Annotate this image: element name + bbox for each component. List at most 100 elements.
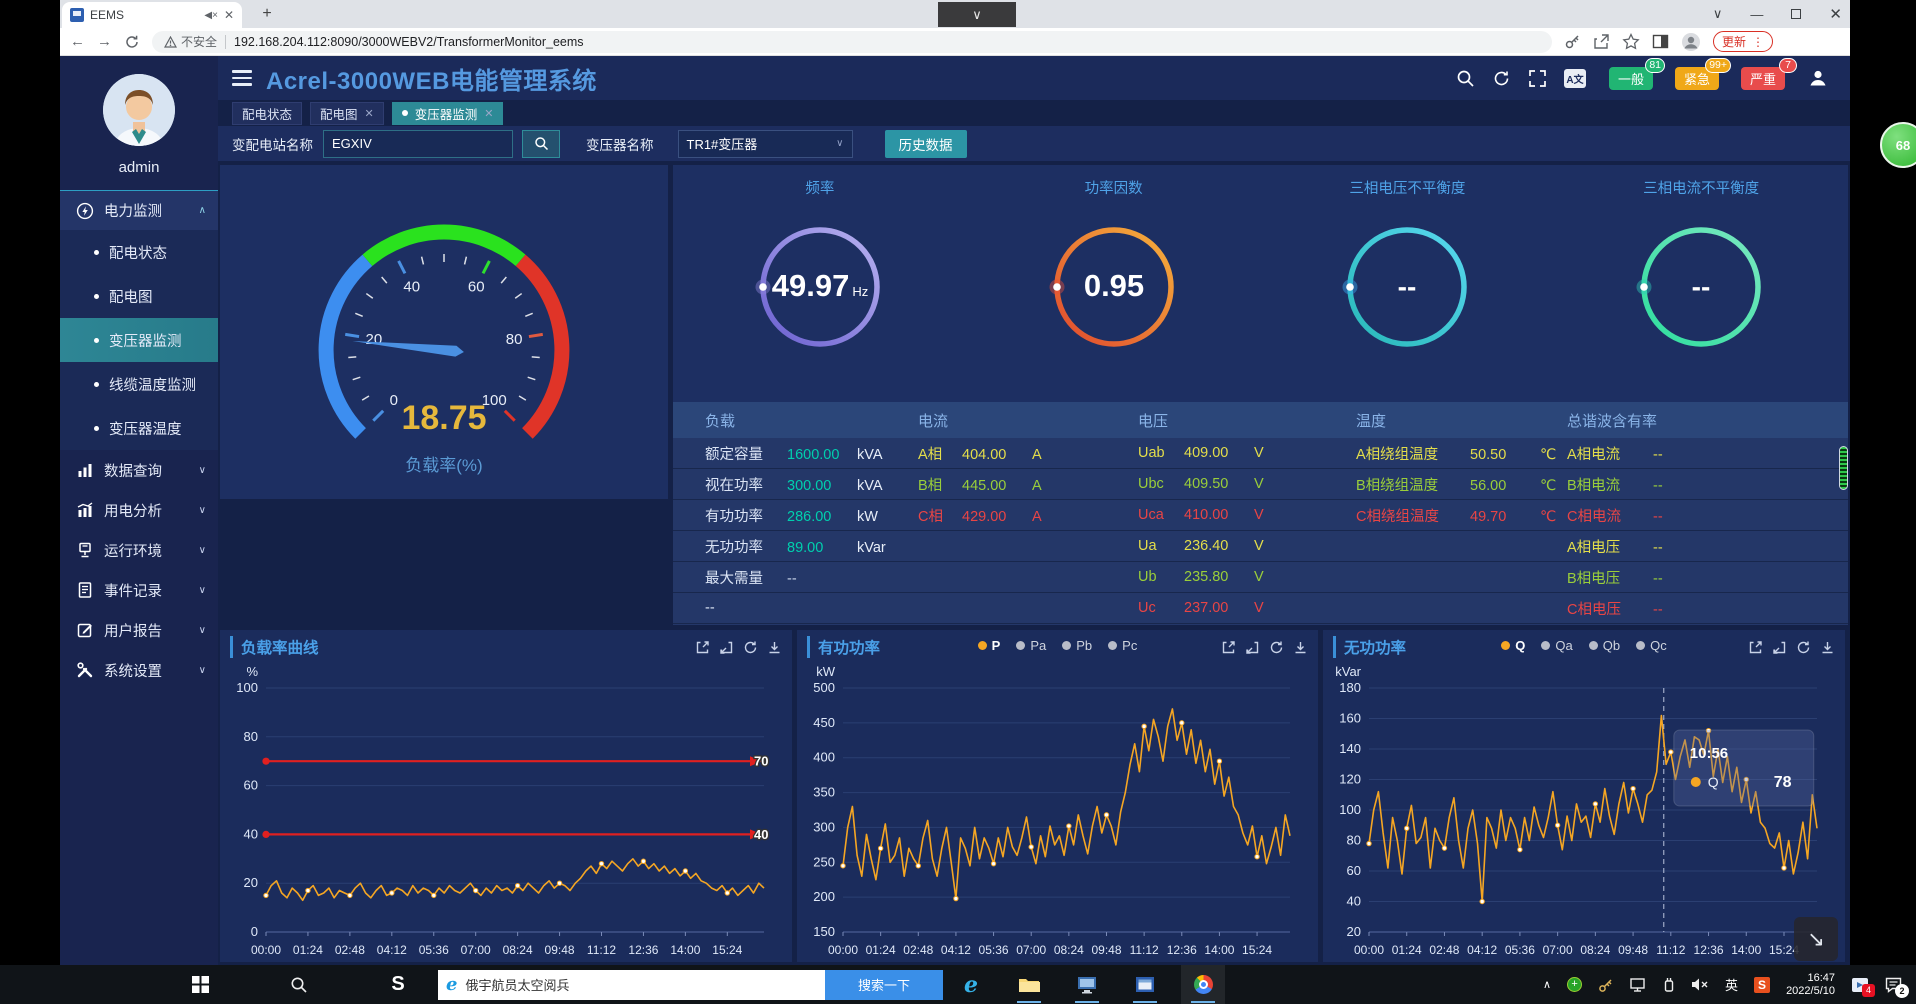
save-icon[interactable] (1221, 640, 1236, 655)
legend-item-P[interactable]: P (978, 638, 1001, 653)
profile-avatar-icon[interactable] (1681, 32, 1701, 52)
alarm-button-2[interactable]: 严重7 (1741, 67, 1785, 90)
forward-icon[interactable]: → (97, 33, 112, 50)
browser-menu-icon[interactable]: ⋮ (1752, 35, 1764, 49)
tab-close-icon[interactable]: ✕ (484, 107, 493, 120)
sidebar-item-1[interactable]: 数据查询∨ (60, 450, 218, 490)
tray-sogou-icon[interactable]: S (1754, 977, 1770, 993)
chrome-update-button[interactable]: 更新 ⋮ (1713, 31, 1773, 52)
clock[interactable]: 16:47 2022/5/10 (1786, 972, 1835, 998)
history-data-button[interactable]: 历史数据 (885, 130, 967, 158)
tray-keys-icon[interactable] (1598, 977, 1614, 993)
transformer-select[interactable]: TR1#变压器 ∨ (678, 130, 853, 158)
tray-expand-icon[interactable]: ∧ (1543, 978, 1551, 991)
tray-app-badge-icon[interactable]: 4 (1851, 977, 1869, 993)
download-icon[interactable] (767, 640, 782, 655)
restore-button[interactable] (1791, 9, 1801, 19)
refresh-icon[interactable] (1796, 640, 1811, 655)
table-scrollbar-thumb[interactable] (1839, 446, 1848, 490)
sidebar-item-4[interactable]: 事件记录∨ (60, 570, 218, 610)
station-input[interactable]: EGXIV (323, 130, 513, 158)
taskbar-search-text[interactable]: 俄宇航员太空阅兵 (465, 975, 825, 994)
page-tab-1[interactable]: 配电图✕ (310, 102, 384, 125)
bookmark-star-icon[interactable] (1622, 33, 1640, 51)
taskbar-search-go-button[interactable]: 搜索一下 (825, 970, 943, 1000)
tray-network-icon[interactable] (1630, 978, 1647, 992)
legend-item-Pa[interactable]: Pa (1016, 638, 1046, 653)
action-center-icon[interactable]: 2 (1885, 977, 1902, 993)
audio-playing-icon[interactable]: ◀× (204, 10, 218, 21)
station-search-button[interactable] (522, 130, 560, 158)
restore-icon[interactable] (1772, 640, 1787, 655)
legend-item-Qa[interactable]: Qa (1541, 638, 1572, 653)
table-row: 视在功率300.00kVAB相445.00AUbc409.50VB相绕组温度56… (673, 469, 1848, 500)
tray-antivirus-icon[interactable]: + (1567, 977, 1582, 992)
back-icon[interactable]: ← (70, 33, 85, 50)
file-explorer-icon[interactable] (1007, 965, 1051, 1004)
save-icon[interactable] (695, 640, 710, 655)
video-app-icon[interactable] (1123, 965, 1167, 1004)
floating-jump-button[interactable]: ↘ (1794, 917, 1838, 961)
svg-text:0: 0 (251, 924, 258, 939)
chrome-taskbar-icon[interactable] (1181, 965, 1225, 1004)
user-icon[interactable] (1808, 68, 1828, 88)
tab-search-chevron-icon[interactable]: ∨ (1713, 6, 1723, 22)
hamburger-menu-icon[interactable] (232, 70, 252, 86)
table-cell: 无功功率89.00kVar (705, 536, 918, 557)
sidebar-subitem-1[interactable]: 配电图 (60, 274, 218, 318)
sidebar-item-0[interactable]: 电力监测∧ (60, 190, 218, 230)
new-tab-button[interactable]: + (256, 4, 278, 26)
search-icon[interactable] (1456, 69, 1475, 88)
legend-item-Q[interactable]: Q (1501, 638, 1525, 653)
restore-icon[interactable] (1245, 640, 1260, 655)
tray-volume-muted-icon[interactable] (1691, 977, 1709, 992)
svg-text:40: 40 (754, 827, 768, 842)
alarm-button-1[interactable]: 紧急99+ (1675, 67, 1719, 90)
page-tab-0[interactable]: 配电状态 (232, 102, 302, 125)
tab-close-icon[interactable]: ✕ (224, 8, 234, 22)
sidebar-item-3[interactable]: 运行环境∨ (60, 530, 218, 570)
download-icon[interactable] (1820, 640, 1835, 655)
legend-item-Qb[interactable]: Qb (1589, 638, 1620, 653)
restore-icon[interactable] (719, 640, 734, 655)
tab-close-icon[interactable]: ✕ (365, 107, 374, 120)
taskbar-search-icon[interactable] (277, 965, 321, 1004)
url-field[interactable]: 不安全 192.168.204.112:8090/3000WEBV2/Trans… (152, 31, 1552, 53)
close-button[interactable]: ✕ (1829, 5, 1842, 23)
download-icon[interactable] (1293, 640, 1308, 655)
side-panel-icon[interactable] (1652, 33, 1669, 50)
browser-tab[interactable]: EEMS ◀× ✕ (62, 2, 242, 28)
sidebar-subitem-2[interactable]: 变压器监测 (60, 318, 218, 362)
user-avatar[interactable] (103, 74, 175, 146)
password-key-icon[interactable] (1564, 33, 1581, 50)
refresh-icon[interactable] (743, 640, 758, 655)
tray-usb-icon[interactable] (1663, 977, 1675, 993)
legend-item-Qc[interactable]: Qc (1636, 638, 1667, 653)
sidebar-subitem-0[interactable]: 配电状态 (60, 230, 218, 274)
refresh-icon[interactable] (1492, 69, 1511, 88)
taskbar-s-app-icon[interactable]: S (376, 965, 420, 1004)
alarm-button-0[interactable]: 一般81 (1609, 67, 1653, 90)
share-icon[interactable] (1593, 33, 1610, 50)
refresh-icon[interactable] (1269, 640, 1284, 655)
save-icon[interactable] (1748, 640, 1763, 655)
sidebar-subitem-3[interactable]: 线缆温度监测 (60, 362, 218, 406)
reload-icon[interactable] (124, 34, 140, 50)
sidebar-item-6[interactable]: 系统设置∨ (60, 650, 218, 690)
sidebar-item-5[interactable]: 用户报告∨ (60, 610, 218, 650)
pc-app-icon[interactable] (1065, 965, 1109, 1004)
fullscreen-icon[interactable] (1528, 69, 1547, 88)
translate-icon[interactable]: A文 (1564, 69, 1586, 88)
legend-item-Pc[interactable]: Pc (1108, 638, 1137, 653)
page-tab-2[interactable]: 变压器监测✕ (392, 102, 504, 125)
start-button[interactable] (178, 965, 222, 1004)
taskbar-search-box[interactable]: e 俄宇航员太空阅兵 搜索一下 (438, 970, 943, 1000)
alarm-badge-count: 99+ (1705, 58, 1731, 73)
minimize-button[interactable]: — (1750, 7, 1763, 22)
sidebar-subitem-4[interactable]: 变压器温度 (60, 406, 218, 450)
ie-taskbar-icon[interactable]: e (949, 965, 993, 1004)
tray-ime-indicator[interactable]: 英 (1725, 975, 1738, 994)
overlay-collapse-chevron[interactable]: ∨ (938, 2, 1016, 27)
sidebar-item-2[interactable]: 用电分析∨ (60, 490, 218, 530)
legend-item-Pb[interactable]: Pb (1062, 638, 1092, 653)
